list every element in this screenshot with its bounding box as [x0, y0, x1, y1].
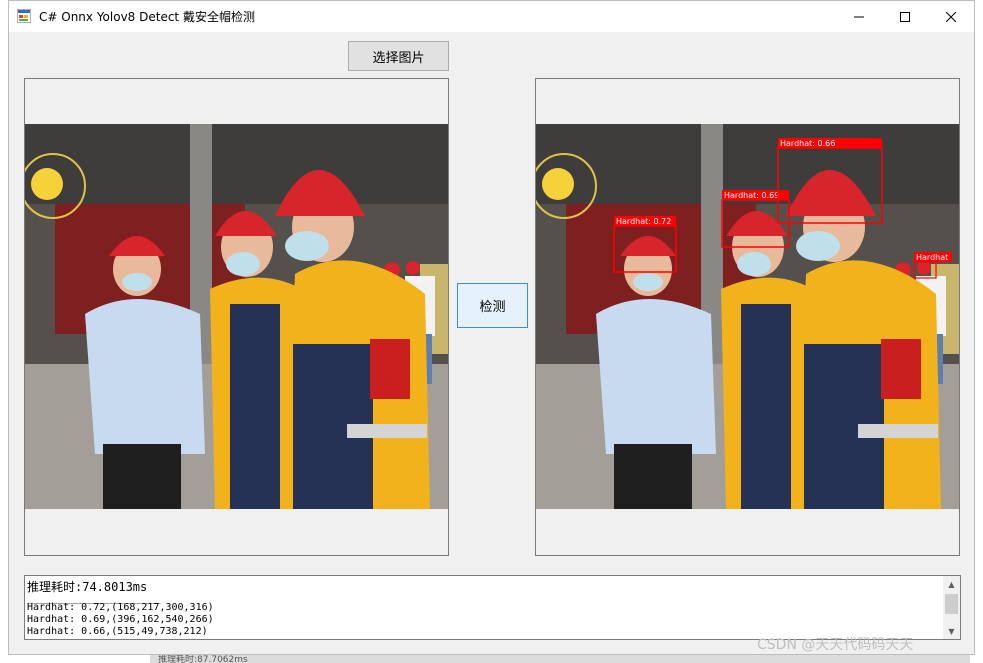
- output-textbox[interactable]: 推理耗时:74.8013ms _________________________…: [24, 575, 961, 640]
- detection-label-3: Hardhat: 0.66: [780, 139, 835, 148]
- scroll-up-icon[interactable]: ▲: [943, 576, 960, 592]
- minimize-icon: [854, 16, 864, 17]
- scroll-down-icon[interactable]: ▼: [943, 623, 960, 639]
- maximize-icon: [900, 11, 910, 22]
- output-scrollbar[interactable]: ▲ ▼: [943, 576, 960, 639]
- output-line-1: Hardhat: 0.72,(168,217,300,316): [27, 602, 214, 613]
- app-form-icon: [17, 9, 31, 23]
- output-line-3: Hardhat: 0.66,(515,49,738,212): [27, 626, 208, 637]
- close-icon: [946, 11, 956, 22]
- background-window-text: 推理耗时:87.7062ms: [158, 655, 248, 663]
- scroll-thumb[interactable]: [945, 594, 958, 614]
- maximize-button[interactable]: [882, 1, 928, 32]
- csdn-watermark: CSDN @天天代码码天天: [757, 637, 914, 653]
- close-button[interactable]: [928, 1, 974, 32]
- output-line-2: Hardhat: 0.69,(396,162,540,266): [27, 614, 214, 625]
- result-image-box: Hardhat: 0.72 Hardhat: 0.69 Hardhat: 0.6…: [535, 78, 960, 556]
- result-photo: Hardhat: 0.72 Hardhat: 0.69 Hardhat: 0.6…: [536, 124, 959, 509]
- detect-button[interactable]: 检测: [457, 283, 528, 328]
- minimize-button[interactable]: [836, 1, 882, 32]
- source-image-box: [24, 78, 449, 556]
- detection-label-2: Hardhat: 0.69: [724, 191, 779, 200]
- detection-label-1: Hardhat: 0.72: [616, 217, 671, 226]
- background-window-strip: 推理耗时:87.7062ms: [150, 655, 970, 663]
- app-window: C# Onnx Yolov8 Detect 戴安全帽检测 选择图片 检测 Har…: [8, 0, 975, 655]
- title-bar: C# Onnx Yolov8 Detect 戴安全帽检测: [9, 1, 974, 32]
- select-image-button[interactable]: 选择图片: [348, 41, 449, 71]
- window-title: C# Onnx Yolov8 Detect 戴安全帽检测: [39, 10, 255, 24]
- detection-label-4: Hardhat: [916, 253, 948, 262]
- source-photo: [25, 124, 448, 509]
- inference-time-text: 推理耗时:74.8013ms: [27, 580, 148, 594]
